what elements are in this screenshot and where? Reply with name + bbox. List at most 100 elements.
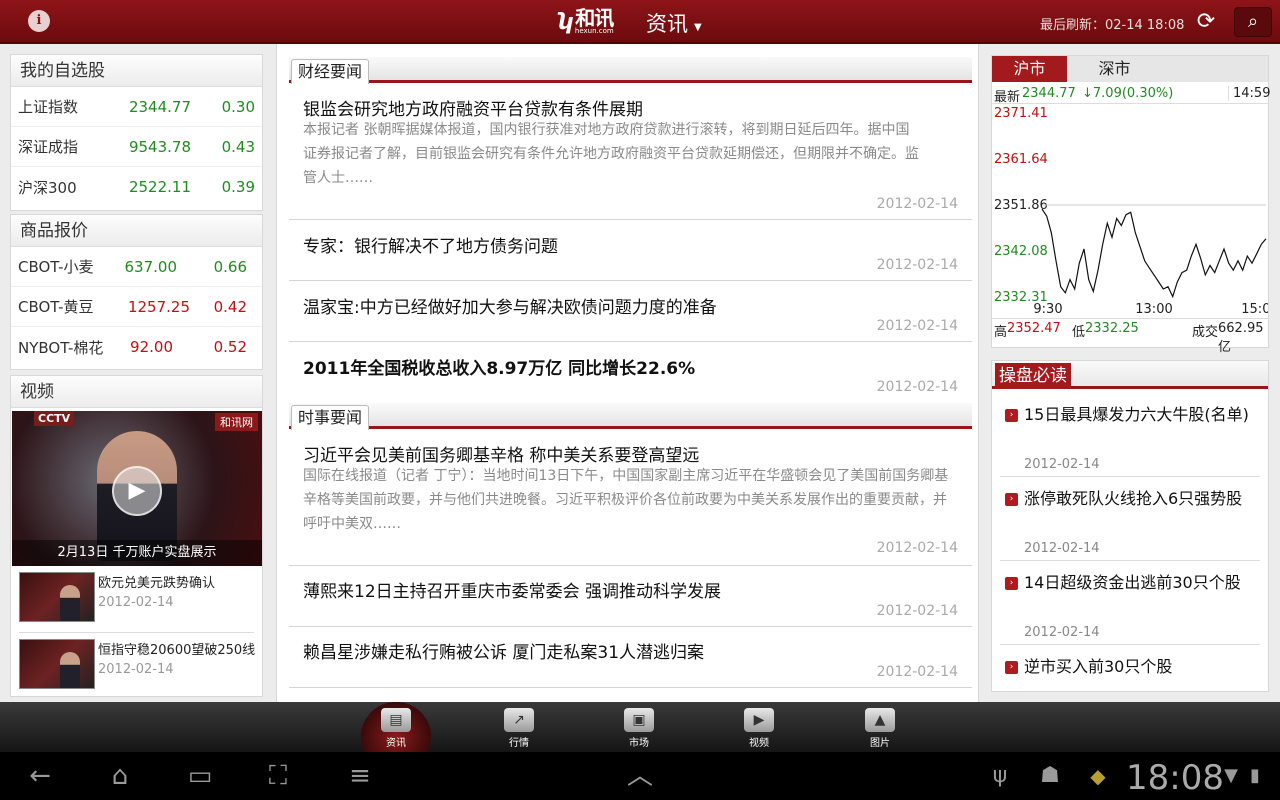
latest-time: 14:59 bbox=[1228, 86, 1270, 101]
news-item[interactable]: 专家：银行解决不了地方债务问题 2012-02-14 bbox=[289, 220, 972, 281]
must-read-title: 15日最具爆发力六大牛股(名单) bbox=[1024, 405, 1249, 424]
tab-shenzhen[interactable]: 深市 bbox=[1067, 56, 1162, 82]
video-thumbnail bbox=[19, 572, 95, 622]
must-read-item[interactable]: › 14日超级资金出逃前30只个股 2012-02-14 bbox=[1000, 571, 1260, 645]
news-title: 习近平会见美前国务卿基辛格 称中美关系要登高望远 bbox=[303, 446, 700, 466]
low-value: 2332.25 bbox=[1085, 321, 1139, 336]
nav-market[interactable]: ▣ 市场 bbox=[604, 702, 674, 752]
video-list-item[interactable]: 欧元兑美元跌势确认 2012-02-14 bbox=[19, 572, 264, 628]
cctv-logo: CCTV bbox=[34, 411, 75, 426]
nav-label: 图片 bbox=[870, 738, 890, 749]
quote-change: 0.66 bbox=[213, 257, 247, 276]
must-read-item[interactable]: › 15日最具爆发力六大牛股(名单) 2012-02-14 bbox=[1000, 403, 1260, 477]
finance-section-tab[interactable]: 财经要闻 bbox=[291, 59, 370, 84]
watchlist-row[interactable]: 深证成指 9543.78 0.43 bbox=[11, 127, 262, 167]
watchlist-row[interactable]: 上证指数 2344.77 0.30 bbox=[11, 87, 262, 127]
news-item[interactable]: 2011年全国税收总收入8.97万亿 同比增长22.6% 2012-02-14 bbox=[289, 342, 972, 403]
home-icon[interactable]: ⌂ bbox=[100, 760, 140, 792]
chevron-up-icon[interactable]: ︿ bbox=[620, 760, 660, 792]
news-item[interactable]: 习近平会见美前国务卿基辛格 称中美关系要登高望远 国际在线报道（记者 丁宁）：当… bbox=[289, 434, 972, 566]
search-icon[interactable]: ⌕ bbox=[1234, 7, 1272, 37]
info-icon[interactable]: i bbox=[28, 10, 50, 32]
back-icon[interactable]: ← bbox=[20, 760, 60, 792]
watchlist-row[interactable]: 沪深300 2522.11 0.39 bbox=[11, 167, 262, 207]
recent-apps-icon[interactable]: ▭ bbox=[180, 760, 220, 792]
y-tick-label: 2361.64 bbox=[994, 152, 1048, 167]
must-read-item[interactable]: › 涨停敢死队火线抢入6只强势股 2012-02-14 bbox=[1000, 487, 1260, 561]
quote-value: 2344.77 bbox=[128, 97, 191, 116]
refresh-icon[interactable]: ⟳ bbox=[1193, 9, 1219, 35]
android-debug-icon: ☗ bbox=[1040, 763, 1060, 788]
notification-icon[interactable]: ◆ bbox=[1078, 760, 1118, 792]
play-icon[interactable]: ▶ bbox=[112, 466, 162, 516]
news-column[interactable]: 财经要闻 银监会研究地方政府融资平台贷款有条件展期 本报记者 张朝晖据媒体报道，… bbox=[276, 44, 979, 702]
nav-quotes[interactable]: ↗ 行情 bbox=[484, 702, 554, 752]
commodities-panel: 商品报价 CBOT-小麦 637.00 0.66 CBOT-黄豆 1257.25… bbox=[10, 214, 263, 370]
quote-change: 0.39 bbox=[221, 178, 255, 196]
arrow-bullet-icon: › bbox=[1005, 493, 1018, 506]
video-list-item[interactable]: 恒指守稳20600望破250线 2012-02-14 bbox=[19, 639, 264, 695]
politics-section-header: 时事要闻 bbox=[289, 403, 972, 430]
intraday-chart[interactable]: 2371.412361.642351.862342.082332.319:30 1… bbox=[992, 104, 1268, 324]
news-item[interactable]: 赖昌星涉嫌走私行贿被公诉 厦门走私案31人潜逃归案 2012-02-14 bbox=[289, 627, 972, 688]
quote-value: 92.00 bbox=[130, 338, 173, 356]
politics-section-tab[interactable]: 时事要闻 bbox=[291, 405, 370, 430]
logo-mark-icon: ʮ bbox=[558, 9, 573, 35]
video-item-date: 2012-02-14 bbox=[98, 595, 174, 610]
quote-change: 0.42 bbox=[213, 297, 247, 316]
finance-section-header: 财经要闻 bbox=[289, 57, 972, 84]
news-date: 2012-02-14 bbox=[876, 318, 958, 334]
latest-value: 2344.77 bbox=[1022, 86, 1076, 101]
picture-icon: ▲ bbox=[865, 708, 895, 732]
commodity-row[interactable]: CBOT-黄豆 1257.25 0.42 bbox=[11, 287, 262, 327]
last-refresh-text: 最后刷新：02-14 18:08 bbox=[1040, 18, 1185, 33]
featured-video[interactable]: CCTV 和讯网 ▶ 2月13日 千万账户实盘展示 bbox=[12, 411, 262, 566]
commodity-row[interactable]: NYBOT-棉花 92.00 0.52 bbox=[11, 327, 262, 367]
watchlist-panel: 我的自选股 上证指数 2344.77 0.30 深证成指 9543.78 0.4… bbox=[10, 54, 263, 211]
must-read-item[interactable]: › 逆市买入前30只个股 bbox=[1000, 655, 1260, 685]
section-title: 资讯 bbox=[646, 12, 688, 36]
x-tick-label: 15:00 bbox=[1241, 302, 1268, 317]
news-title: 2011年全国税收总收入8.97万亿 同比增长22.6% bbox=[303, 359, 696, 379]
divider bbox=[19, 632, 254, 633]
news-title: 温家宝:中方已经做好加大参与解决欧债问题力度的准备 bbox=[303, 298, 717, 318]
hexun-badge: 和讯网 bbox=[215, 413, 258, 431]
must-read-date: 2012-02-14 bbox=[1024, 457, 1100, 472]
menu-icon[interactable]: ≡ bbox=[340, 760, 380, 792]
clock: 18:08 bbox=[1126, 758, 1224, 798]
must-read-title: 涨停敢死队火线抢入6只强势股 bbox=[1024, 489, 1243, 508]
must-read-title: 14日超级资金出逃前30只个股 bbox=[1024, 573, 1241, 592]
must-read-panel: 操盘必读 › 15日最具爆发力六大牛股(名单) 2012-02-14 › 涨停敢… bbox=[991, 360, 1269, 692]
high-label: 高 bbox=[994, 325, 1008, 340]
commodity-row[interactable]: CBOT-小麦 637.00 0.66 bbox=[11, 247, 262, 287]
news-summary: 本报记者 张朝晖据媒体报道，国内银行获准对地方政府贷款进行滚转，将到期日延后四年… bbox=[303, 122, 919, 186]
quote-name: 沪深300 bbox=[18, 178, 77, 197]
news-date: 2012-02-14 bbox=[876, 196, 958, 212]
news-icon: ▤ bbox=[381, 708, 411, 732]
nav-video[interactable]: ▶ 视频 bbox=[724, 702, 794, 752]
must-read-header: 操盘必读 bbox=[992, 361, 1268, 389]
news-title: 专家：银行解决不了地方债务问题 bbox=[303, 237, 558, 257]
news-item[interactable]: 薄熙来12日主持召开重庆市委常委会 强调推动科学发展 2012-02-14 bbox=[289, 566, 972, 627]
news-item[interactable]: 温家宝:中方已经做好加大参与解决欧债问题力度的准备 2012-02-14 bbox=[289, 281, 972, 342]
section-dropdown[interactable]: 资讯 ▼ bbox=[646, 8, 702, 38]
x-tick-label: 13:00 bbox=[1135, 302, 1172, 317]
news-title: 赖昌星涉嫌走私行贿被公诉 厦门走私案31人潜逃归案 bbox=[303, 643, 705, 663]
watchlist-title: 我的自选股 bbox=[11, 55, 262, 87]
news-title: 银监会研究地方政府融资平台贷款有条件展期 bbox=[303, 100, 643, 120]
tab-shanghai[interactable]: 沪市 bbox=[992, 56, 1067, 82]
quote-name: 深证成指 bbox=[18, 138, 79, 156]
market-panel: 沪市 深市 最新 2344.77 ↓7.09(0.30%) 14:59 2371… bbox=[991, 55, 1270, 355]
bottom-navigation: ▤ 资讯 ↗ 行情 ▣ 市场 ▶ 视频 ▲ 图片 bbox=[0, 702, 1280, 752]
video-thumbnail bbox=[19, 639, 95, 689]
quote-value: 2522.11 bbox=[128, 178, 191, 196]
latest-label: 最新 bbox=[994, 90, 1021, 105]
video-icon: ▶ bbox=[744, 708, 774, 732]
nav-news[interactable]: ▤ 资讯 bbox=[361, 702, 431, 752]
must-read-tab[interactable]: 操盘必读 bbox=[995, 363, 1071, 389]
news-item[interactable]: 银监会研究地方政府融资平台贷款有条件展期 本报记者 张朝晖据媒体报道，国内银行获… bbox=[289, 88, 972, 220]
screenshot-icon[interactable]: ⛶ bbox=[258, 760, 298, 792]
must-read-title: 逆市买入前30只个股 bbox=[1024, 657, 1173, 676]
quote-change: 0.43 bbox=[221, 137, 255, 156]
nav-pictures[interactable]: ▲ 图片 bbox=[845, 702, 915, 752]
